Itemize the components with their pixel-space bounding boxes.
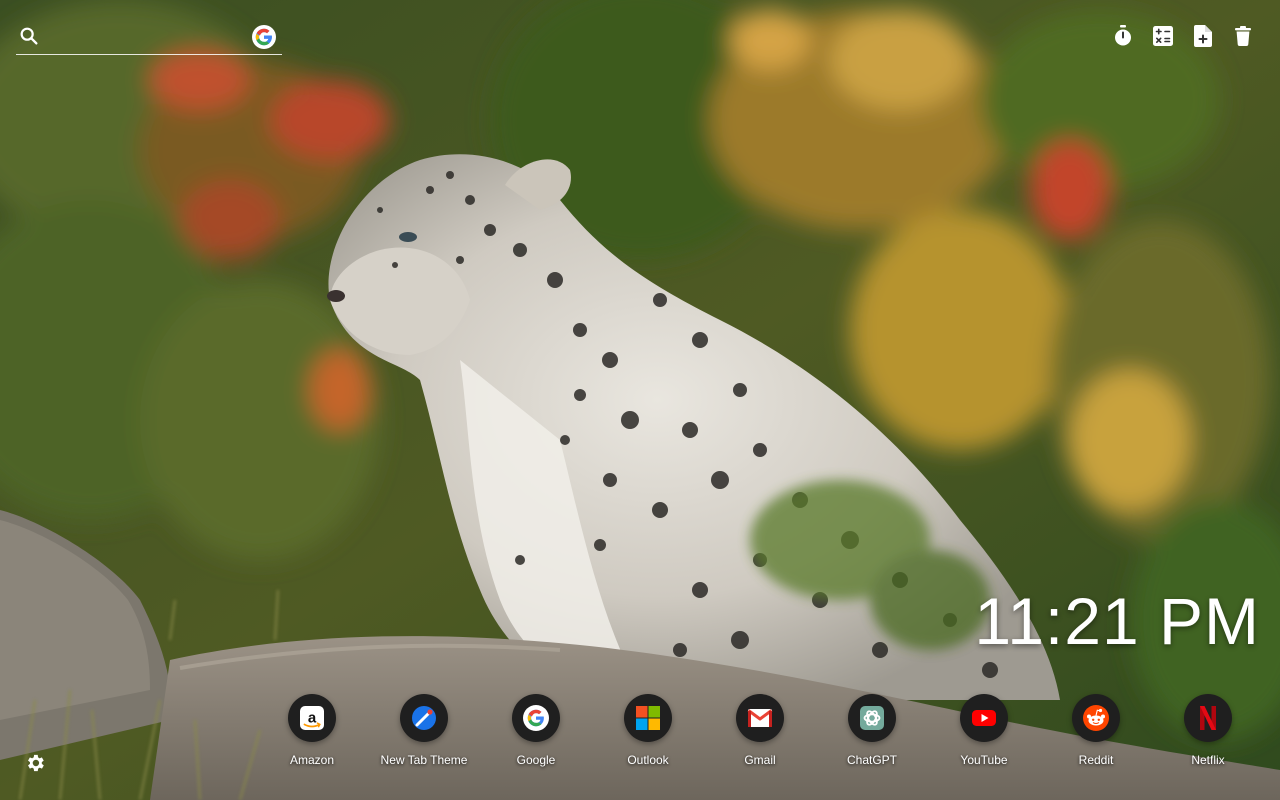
shortcut-icon-circle (624, 694, 672, 742)
shortcut-label: ChatGPT (846, 753, 897, 767)
gmail-icon (747, 709, 773, 727)
search-icon[interactable] (18, 25, 40, 47)
shortcut-icon-circle (848, 694, 896, 742)
svg-text:a: a (308, 710, 317, 727)
shortcut-netflix[interactable]: Netflix (1158, 694, 1258, 767)
settings-button[interactable] (24, 752, 48, 776)
shortcut-icon-circle (512, 694, 560, 742)
shortcut-label: New Tab Theme (380, 753, 468, 767)
new-tab-theme-icon (412, 706, 436, 730)
shortcut-label: Reddit (1078, 753, 1114, 767)
shortcut-label: Outlook (627, 753, 669, 767)
shortcut-gmail[interactable]: Gmail (710, 694, 810, 767)
top-toolbar (1112, 24, 1254, 48)
shortcut-icon-circle (960, 694, 1008, 742)
shortcut-icon-circle (736, 694, 784, 742)
netflix-icon (1200, 706, 1216, 730)
shortcut-new-tab-theme[interactable]: New Tab Theme (374, 694, 474, 767)
shortcut-icon-circle: a (288, 694, 336, 742)
shortcuts-dock: a Amazon New Tab Theme Google Outlook Gm… (0, 694, 1280, 774)
shortcut-reddit[interactable]: Reddit (1046, 694, 1146, 767)
shortcut-icon-circle (1184, 694, 1232, 742)
shortcut-icon-circle (400, 694, 448, 742)
calculator-icon (1153, 26, 1173, 46)
shortcut-label: Google (516, 753, 556, 767)
amazon-icon: a (300, 706, 324, 730)
shortcut-label: Amazon (289, 753, 335, 767)
shortcut-youtube[interactable]: YouTube (934, 694, 1034, 767)
search-engine-button[interactable] (252, 25, 276, 49)
youtube-icon (972, 710, 996, 726)
timer-icon (1115, 25, 1131, 46)
note-add-icon (1194, 25, 1212, 47)
shortcut-amazon[interactable]: a Amazon (262, 694, 362, 767)
shortcut-outlook[interactable]: Outlook (598, 694, 698, 767)
shortcut-label: Gmail (744, 753, 776, 767)
add-note-button[interactable] (1192, 24, 1214, 48)
shortcut-label: YouTube (960, 753, 1008, 767)
shortcut-chatgpt[interactable]: ChatGPT (822, 694, 922, 767)
trash-button[interactable] (1232, 24, 1254, 48)
google-g-icon (255, 28, 272, 46)
gear-icon (28, 754, 44, 772)
search-bar (16, 22, 282, 55)
google-icon (523, 705, 549, 731)
clock-time: 11:21 PM (974, 584, 1260, 658)
chatgpt-icon (860, 706, 884, 730)
shortcut-label: Netflix (1191, 753, 1225, 767)
timer-button[interactable] (1112, 24, 1134, 48)
shortcut-icon-circle (1072, 694, 1120, 742)
reddit-icon (1083, 705, 1109, 731)
trash-icon (1235, 26, 1251, 46)
outlook-icon (636, 706, 660, 730)
calculator-button[interactable] (1152, 24, 1174, 48)
search-input[interactable] (50, 24, 250, 52)
wallpaper-snow-leopard (0, 0, 1280, 800)
shortcut-google[interactable]: Google (486, 694, 586, 767)
